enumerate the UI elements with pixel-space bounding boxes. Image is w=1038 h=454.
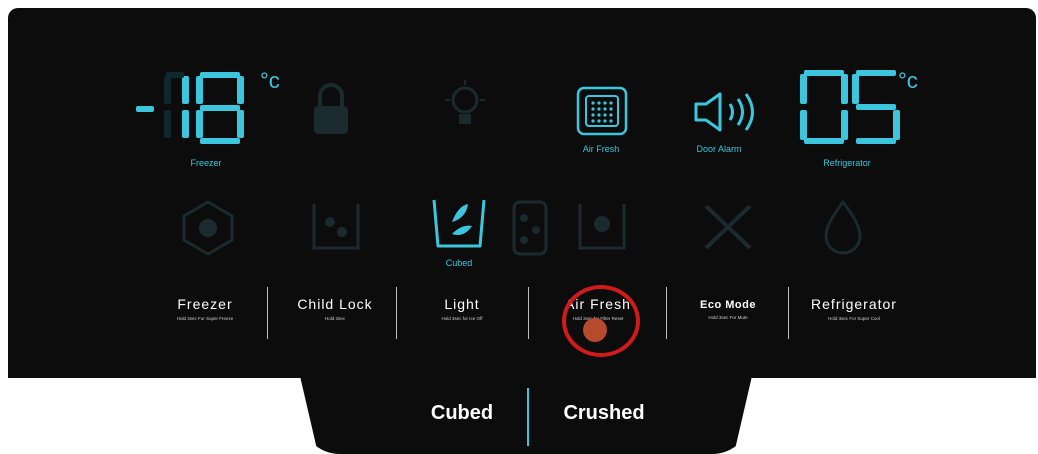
eco-mode-icon bbox=[704, 204, 752, 250]
refrigerator-display-label: Refrigerator bbox=[823, 158, 871, 168]
eco-mode-button-label: Eco Mode bbox=[700, 299, 756, 311]
refrigerator-unit: °c bbox=[898, 68, 918, 93]
freezer-button-hint: Hold 3sec For Super Freeze bbox=[176, 316, 234, 321]
cubed-indicator-label: Cubed bbox=[445, 258, 473, 268]
divider bbox=[528, 287, 529, 339]
crushed-ice-icon bbox=[512, 200, 548, 256]
dispenser-divider bbox=[527, 388, 529, 446]
water-icon bbox=[578, 204, 626, 250]
speaker-icon bbox=[694, 92, 754, 132]
crushed-button[interactable]: Crushed bbox=[548, 402, 660, 425]
freezer-button[interactable]: Freezer Hold 3sec For Super Freeze bbox=[150, 296, 260, 321]
freezer-unit: °c bbox=[260, 68, 280, 93]
child-lock-button-hint: Hold 3sec bbox=[324, 316, 345, 321]
door-alarm-indicator-label: Door Alarm bbox=[696, 144, 742, 154]
water-drop-icon bbox=[824, 199, 862, 255]
refrigerator-button-hint: Hold 3sec For Super Cool bbox=[828, 316, 880, 321]
refrigerator-temp-display bbox=[800, 70, 900, 144]
freezer-button-label: Freezer bbox=[177, 296, 233, 312]
eco-mode-button-hint: Hold 3sec For Mute bbox=[708, 315, 748, 320]
divider bbox=[267, 287, 268, 339]
divider bbox=[788, 287, 789, 339]
air-fresh-icon bbox=[576, 86, 628, 136]
eco-mode-button[interactable]: Eco Mode Hold 3sec For Mute bbox=[676, 296, 780, 320]
lock-icon bbox=[314, 83, 348, 134]
child-lock-button-label: Child Lock bbox=[297, 296, 373, 312]
refrigerator-button-label: Refrigerator bbox=[811, 296, 897, 312]
refrigerator-button[interactable]: Refrigerator Hold 3sec For Super Cool bbox=[796, 296, 912, 321]
dispenser-panel bbox=[300, 376, 752, 454]
child-lock-button[interactable]: Child Lock Hold 3sec bbox=[280, 296, 390, 321]
divider bbox=[396, 287, 397, 339]
cubed-ice-icon bbox=[432, 199, 486, 248]
freezer-display-label: Freezer bbox=[190, 158, 222, 168]
highlight-ring bbox=[562, 285, 640, 357]
cubed-button[interactable]: Cubed bbox=[412, 402, 512, 425]
super-freeze-icon bbox=[182, 200, 234, 256]
air-fresh-indicator-label: Air Fresh bbox=[582, 144, 620, 154]
light-bulb-icon bbox=[445, 80, 485, 124]
light-button[interactable]: Light Hold 3sec for Ice Off bbox=[410, 296, 514, 321]
ice-maker-icon bbox=[312, 204, 360, 250]
control-panel bbox=[8, 8, 1036, 378]
light-button-label: Light bbox=[444, 296, 480, 312]
divider bbox=[666, 287, 667, 339]
light-button-hint: Hold 3sec for Ice Off bbox=[441, 316, 483, 321]
